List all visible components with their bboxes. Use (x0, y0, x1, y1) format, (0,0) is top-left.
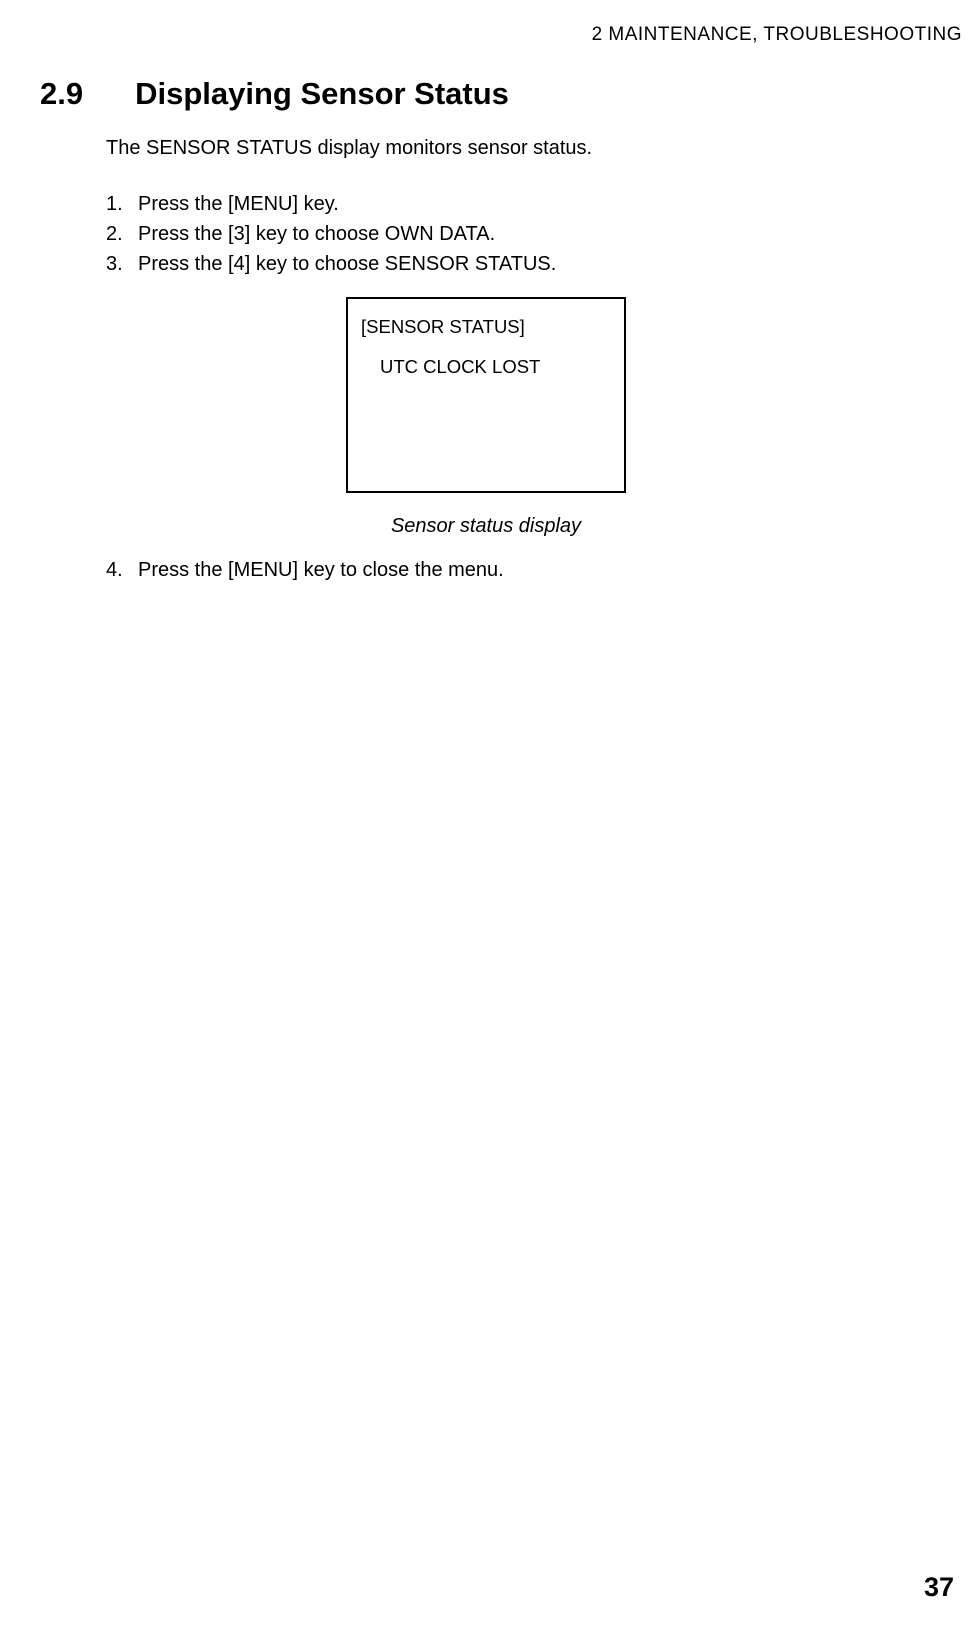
step-item: 1. Press the [MENU] key. (106, 190, 932, 219)
step-text: Press the [4] key to choose SENSOR STATU… (138, 250, 556, 279)
steps-list: 1. Press the [MENU] key. 2. Press the [3… (106, 190, 932, 279)
page-number: 37 (924, 1572, 954, 1603)
step-item: 3. Press the [4] key to choose SENSOR ST… (106, 250, 932, 279)
step-number: 1. (106, 190, 138, 219)
step-item: 2. Press the [3] key to choose OWN DATA. (106, 220, 932, 249)
section-number: 2.9 (40, 76, 83, 112)
step-number: 4. (106, 556, 138, 585)
page-content: 2.9 Displaying Sensor Status The SENSOR S… (0, 46, 972, 585)
step-text: Press the [MENU] key to close the menu. (138, 556, 504, 585)
section-intro: The SENSOR STATUS display monitors senso… (106, 134, 932, 162)
step-number: 2. (106, 220, 138, 249)
step-text: Press the [3] key to choose OWN DATA. (138, 220, 495, 249)
figure: [SENSOR STATUS] UTC CLOCK LOST Sensor st… (40, 297, 932, 538)
display-title: [SENSOR STATUS] (356, 313, 616, 341)
figure-caption: Sensor status display (391, 515, 581, 538)
step-text: Press the [MENU] key. (138, 190, 339, 219)
section-heading: 2.9 Displaying Sensor Status (40, 76, 932, 112)
section-title: Displaying Sensor Status (135, 76, 509, 111)
chapter-label: 2 MAINTENANCE, TROUBLESHOOTING (592, 24, 962, 45)
steps-list-continued: 4. Press the [MENU] key to close the men… (106, 556, 932, 585)
step-number: 3. (106, 250, 138, 279)
sensor-status-display: [SENSOR STATUS] UTC CLOCK LOST (346, 297, 626, 493)
display-message: UTC CLOCK LOST (356, 353, 616, 381)
running-header: 2 MAINTENANCE, TROUBLESHOOTING (0, 0, 972, 46)
step-item: 4. Press the [MENU] key to close the men… (106, 556, 932, 585)
